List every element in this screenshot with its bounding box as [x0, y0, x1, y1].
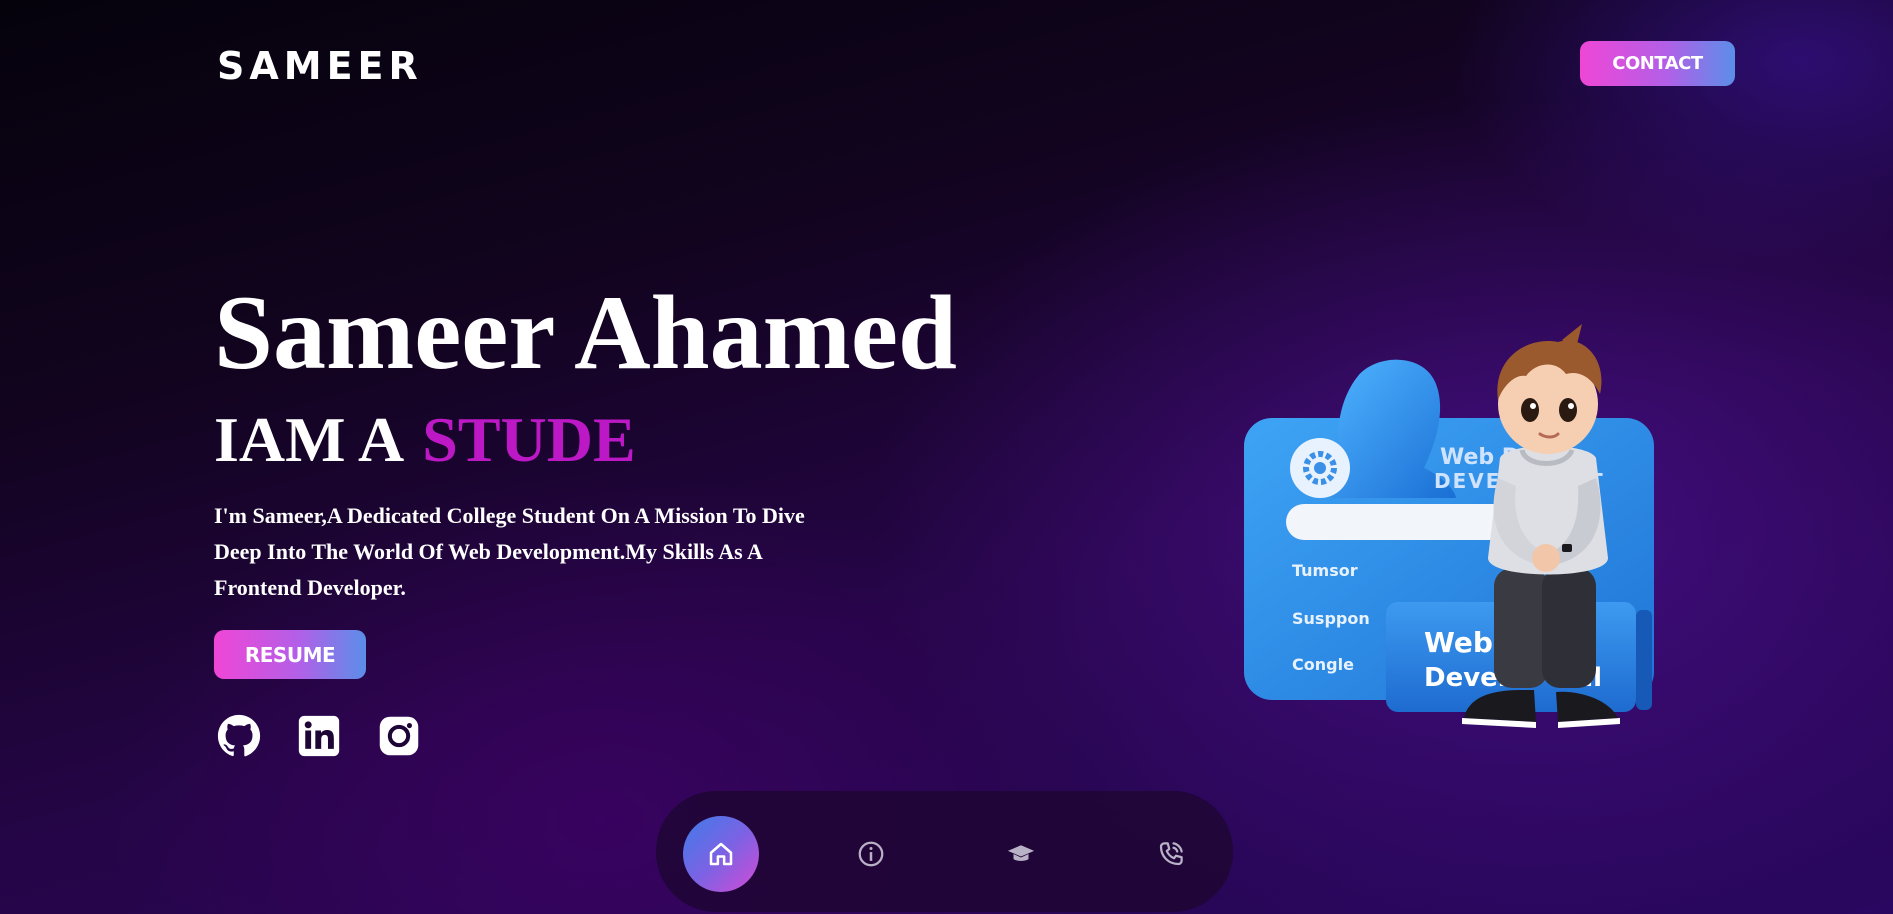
phone-icon [1159, 842, 1183, 866]
github-icon [217, 714, 261, 757]
github-link[interactable] [217, 714, 261, 758]
card-menu-item: Tumsor [1292, 561, 1358, 580]
social-links [217, 714, 421, 758]
card-search-bar [1286, 504, 1516, 540]
nav-about-button[interactable] [833, 816, 909, 892]
hero-description: I'm Sameer,A Dedicated College Student O… [214, 503, 805, 600]
panel-text-1: Web [1424, 626, 1493, 659]
card-menu-item: Congle [1292, 655, 1354, 674]
resume-button[interactable]: RESUME [214, 630, 366, 679]
hero-illustration: Web De DEVELO T Tumsor Susppon Congle We… [1236, 318, 1666, 748]
home-icon [709, 842, 733, 866]
linkedin-icon [298, 715, 340, 757]
bottom-nav [656, 791, 1233, 912]
hero-role-prefix: IAM A [214, 404, 405, 475]
nav-education-button[interactable] [983, 816, 1059, 892]
nav-home-button[interactable] [683, 816, 759, 892]
nav-contact-button[interactable] [1133, 816, 1209, 892]
hero-name: Sameer Ahamed [214, 274, 957, 391]
site-logo[interactable]: SAMEER [217, 44, 423, 88]
instagram-icon [379, 716, 419, 756]
contact-button[interactable]: CONTACT [1580, 41, 1735, 86]
info-icon [858, 841, 884, 867]
hero-role: IAM A STUDE [214, 400, 636, 480]
hero-role-typed: STUDE [422, 404, 636, 475]
linkedin-link[interactable] [297, 714, 341, 758]
graduation-cap-icon [1007, 845, 1035, 861]
card-menu-item: Susppon [1292, 609, 1370, 628]
instagram-link[interactable] [377, 714, 421, 758]
